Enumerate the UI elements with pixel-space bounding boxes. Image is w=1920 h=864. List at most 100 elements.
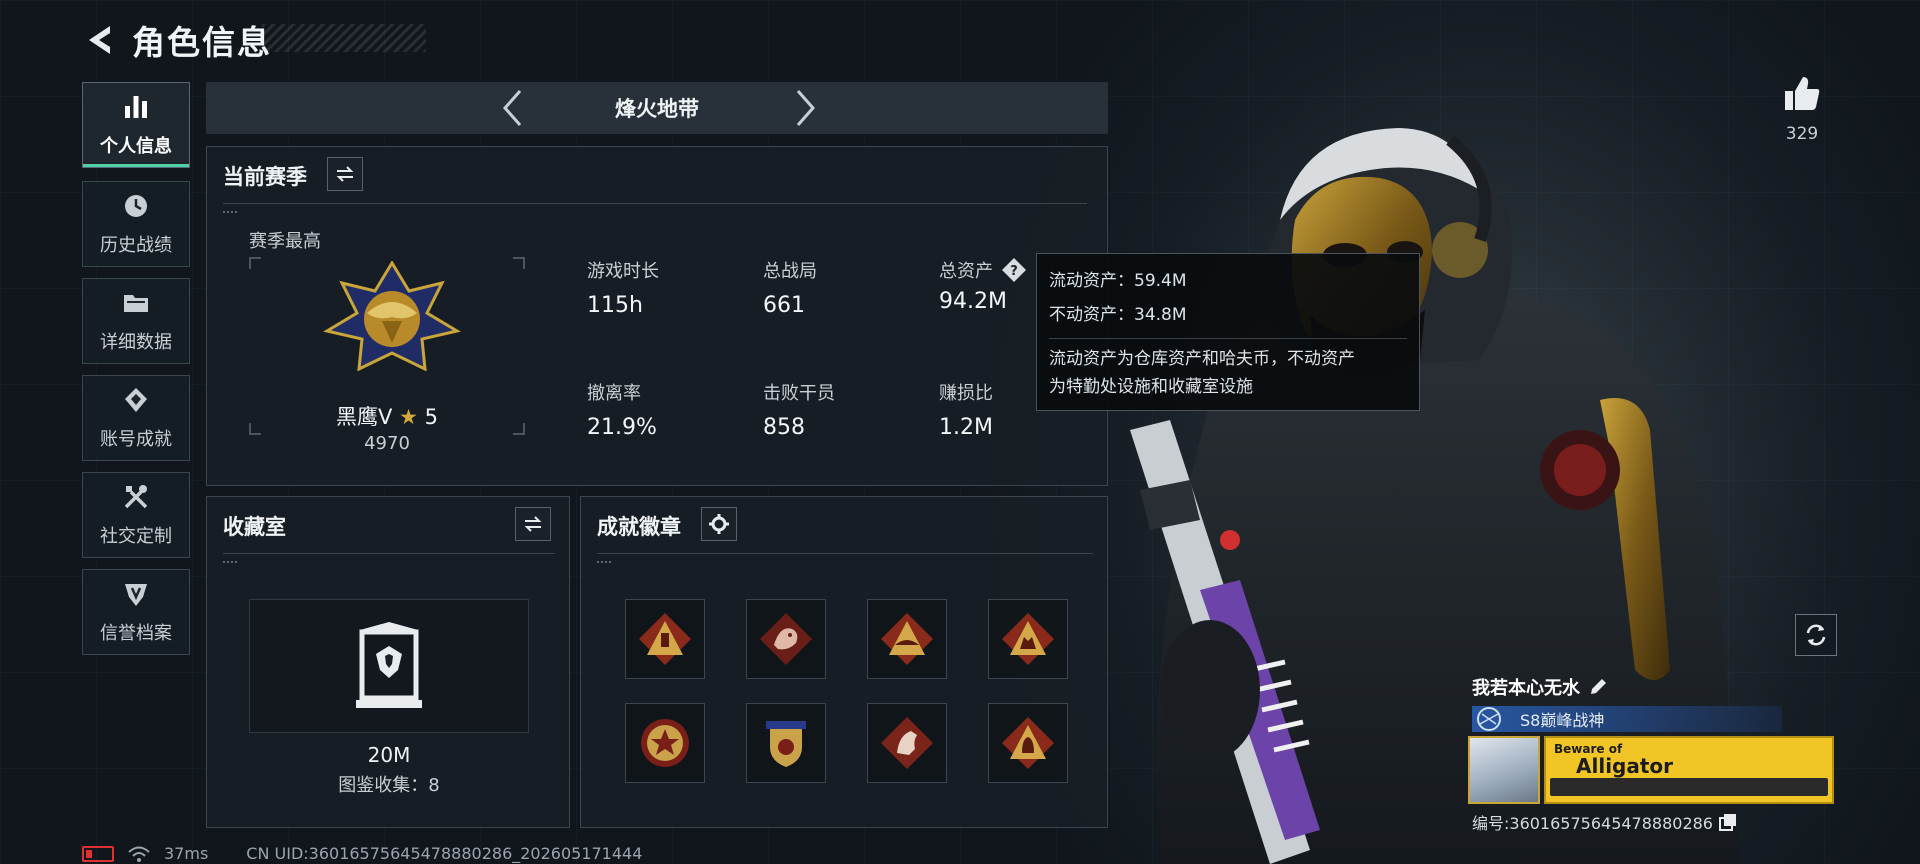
divider-dots <box>223 561 237 563</box>
sidebar-item-history[interactable]: 历史战绩 <box>82 181 190 267</box>
chevron-right-icon <box>796 90 816 126</box>
panel-divider <box>223 203 1087 204</box>
stat-label: 总资产 <box>939 261 993 282</box>
achievement-icon <box>125 388 147 412</box>
assets-tooltip: 流动资产：59.4M 不动资产：34.8M 流动资产为仓库资产和哈夫币，不动资产… <box>1036 253 1420 411</box>
status-bar: 37ms CN UID:360165756454788802​86_202605… <box>82 844 642 863</box>
uid-text: CN UID:360165756454788802​86_20260517144… <box>246 844 643 863</box>
tooltip-desc-line: 为特勤处设施和收藏室设施 <box>1049 377 1253 397</box>
player-rank-title: S8巅峰战神 <box>1520 711 1605 730</box>
edit-pencil-icon[interactable] <box>1588 677 1608 697</box>
thumbs-up-icon[interactable] <box>1782 74 1822 114</box>
sidebar-item-label: 详细数据 <box>100 332 172 353</box>
back-button[interactable] <box>80 20 118 60</box>
stat-extraction-rate: 撤离率 21.9% <box>587 379 657 440</box>
player-name-row: 我若本心无水 <box>1472 674 1608 700</box>
badge-slot[interactable] <box>988 703 1068 783</box>
season-panel: 当前赛季 赛季最高 黑鹰Ⅴ ★ 5 4970 游戏时长 115h 总战局 661… <box>206 146 1108 486</box>
gear-icon <box>709 514 729 534</box>
stat-value: 858 <box>763 415 805 440</box>
season-best-label: 赛季最高 <box>249 231 321 252</box>
battery-icon <box>82 845 114 862</box>
rank-name: 黑鹰Ⅴ <box>336 405 393 429</box>
season-switch-button[interactable] <box>327 157 363 191</box>
ping-value: 37ms <box>164 844 209 863</box>
tools-icon <box>124 485 148 509</box>
history-icon <box>125 195 147 217</box>
stat-total-assets: 总资产 ? 94.2M <box>939 257 1027 314</box>
copy-icon[interactable] <box>1719 813 1737 831</box>
badge-slot[interactable] <box>867 703 947 783</box>
sidebar-item-credit-profile[interactable]: 信誉档案 <box>82 569 190 655</box>
stat-total-matches: 总战局 661 <box>763 257 817 318</box>
badge-slot[interactable] <box>625 599 705 679</box>
like-count: 329 <box>1785 124 1819 144</box>
stat-profit-loss: 赚损比 1.2M <box>939 379 993 440</box>
banner-alligator-graphic <box>1550 778 1828 796</box>
badge-slot[interactable] <box>625 703 705 783</box>
back-arrow-icon <box>89 26 110 54</box>
help-icon[interactable]: ? <box>1001 257 1027 283</box>
sidebar-item-label: 账号成就 <box>100 429 172 450</box>
mode-title: 烽火地带 <box>615 97 699 121</box>
title-decoration <box>262 24 426 52</box>
stat-value: 115h <box>587 293 643 318</box>
sidebar-item-personal-info[interactable]: 个人信息 <box>82 82 190 168</box>
stat-value: 21.9% <box>587 415 657 440</box>
sidebar-item-label: 社交定制 <box>100 526 172 547</box>
badge-slot[interactable] <box>746 599 826 679</box>
star-medal-icon <box>641 719 689 767</box>
divider-dots <box>223 211 237 213</box>
player-name: 我若本心无水 <box>1472 678 1580 699</box>
stat-value: 94.2M <box>939 289 1007 314</box>
badges-settings-button[interactable] <box>701 507 737 541</box>
player-rank-bar: S8巅峰战神 <box>1472 706 1782 732</box>
badges-panel: 成就徽章 <box>580 496 1108 828</box>
star-icon: ★ <box>399 405 418 429</box>
rank-globe-icon <box>1477 707 1501 731</box>
bar-chart-icon <box>125 96 147 118</box>
player-id: 编号:360165756454788802​86 <box>1472 814 1713 833</box>
badge-slot[interactable] <box>867 599 947 679</box>
player-banner-card[interactable]: Beware of Alligator <box>1544 736 1834 804</box>
sidebar-item-label: 信誉档案 <box>100 623 172 644</box>
collection-switch-button[interactable] <box>515 507 551 541</box>
sidebar-item-social-custom[interactable]: 社交定制 <box>82 472 190 558</box>
refresh-icon <box>1806 624 1826 646</box>
page-title: 角色信息 <box>132 23 272 62</box>
rank-emblem-icon <box>323 261 461 371</box>
badge-slot[interactable] <box>988 599 1068 679</box>
tooltip-description: 流动资产为仓库资产和哈夫币，不动资产 为特勤处设施和收藏室设施 <box>1049 338 1407 401</box>
stat-value: 661 <box>763 293 805 318</box>
tooltip-fixed-assets: 不动资产：34.8M <box>1049 305 1187 325</box>
sidebar-item-achievements[interactable]: 账号成就 <box>82 375 190 461</box>
avatar[interactable] <box>1468 736 1540 804</box>
swap-icon <box>524 516 542 532</box>
like-area: 329 <box>1770 74 1834 144</box>
swap-icon <box>336 166 354 182</box>
panel-divider <box>597 553 1093 554</box>
badge-slot[interactable] <box>746 703 826 783</box>
shield-medal-icon <box>766 721 806 767</box>
wolf-emblem-icon <box>1002 613 1054 665</box>
divider-dots <box>597 561 611 563</box>
badges-title: 成就徽章 <box>597 515 681 539</box>
stat-play-time: 游戏时长 115h <box>587 257 659 318</box>
tooltip-liquid-assets: 流动资产：59.4M <box>1049 271 1187 291</box>
horse-emblem-icon <box>881 717 933 769</box>
stat-label: 赚损比 <box>939 383 993 404</box>
svg-text:?: ? <box>1010 264 1018 279</box>
refresh-button[interactable] <box>1795 614 1837 656</box>
rank-stars: 5 <box>424 405 438 429</box>
prev-mode-button[interactable] <box>492 88 532 128</box>
collection-preview[interactable] <box>249 599 529 733</box>
chevron-left-icon <box>502 90 522 126</box>
stat-label: 总战局 <box>763 261 817 282</box>
panel-divider <box>223 553 555 554</box>
stat-label: 撤离率 <box>587 383 641 404</box>
next-mode-button[interactable] <box>786 88 826 128</box>
hat-emblem-icon <box>881 613 933 665</box>
sidebar-item-detailed-data[interactable]: 详细数据 <box>82 278 190 364</box>
stat-label: 游戏时长 <box>587 261 659 282</box>
page-header: 角色信息 <box>80 18 272 62</box>
